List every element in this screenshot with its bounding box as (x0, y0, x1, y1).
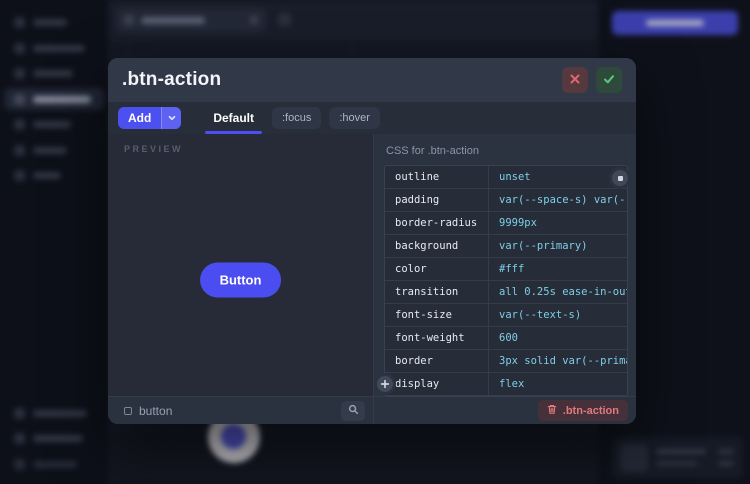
row-action-button[interactable] (609, 167, 631, 189)
css-property-row[interactable]: color #fff (385, 258, 627, 281)
chevron-down-icon[interactable] (161, 107, 181, 129)
css-property-row[interactable]: display flex (385, 373, 627, 396)
css-property-row[interactable]: transition all 0.25s ease-in-out (385, 281, 627, 304)
css-pane: CSS for .btn-action outline unset paddin… (374, 134, 636, 396)
modal-footer: button .btn-action (108, 396, 636, 424)
css-property-name[interactable]: outline (385, 166, 489, 188)
css-property-row[interactable]: background var(--primary) (385, 235, 627, 258)
css-property-name[interactable]: display (385, 373, 489, 395)
add-state-button[interactable]: Add (118, 107, 181, 129)
modal-title: .btn-action (122, 69, 221, 91)
css-property-value[interactable]: 600 (489, 327, 627, 349)
magnifier-icon (348, 403, 359, 418)
tab-default[interactable]: Default (203, 102, 264, 134)
css-property-row[interactable]: font-weight 600 (385, 327, 627, 350)
element-tag-icon (124, 407, 132, 415)
tab-hover[interactable]: :hover (329, 107, 380, 129)
css-property-row[interactable]: padding var(--space-s) var(--space-l) (385, 189, 627, 212)
css-property-row[interactable]: font-size var(--text-s) (385, 304, 627, 327)
delete-class-button[interactable]: .btn-action (538, 400, 628, 421)
modal-body: PREVIEW Button CSS for .btn-action outli… (108, 134, 636, 396)
footer-element-info: button (108, 397, 374, 424)
css-property-name[interactable]: border (385, 350, 489, 372)
modal-header: .btn-action (108, 58, 636, 102)
css-property-value[interactable]: unset (489, 166, 627, 188)
add-state-label: Add (118, 107, 161, 129)
css-property-value[interactable]: var(--text-s) (489, 304, 627, 326)
css-property-value[interactable]: all 0.25s ease-in-out (489, 281, 627, 303)
css-property-row[interactable]: border-radius 9999px (385, 212, 627, 235)
css-panel-heading: CSS for .btn-action (386, 145, 628, 157)
preview-sample-button[interactable]: Button (200, 263, 282, 298)
css-property-name[interactable]: font-size (385, 304, 489, 326)
close-icon (569, 73, 581, 88)
css-property-value[interactable]: var(--primary) (489, 235, 627, 257)
cancel-button[interactable] (562, 67, 588, 93)
css-property-name[interactable]: border-radius (385, 212, 489, 234)
css-properties-table: outline unset padding var(--space-s) var… (384, 165, 628, 397)
trash-icon (547, 404, 557, 418)
css-property-row[interactable]: outline unset (385, 166, 627, 189)
state-toolbar: Add Default :focus :hover (108, 102, 636, 134)
css-property-name[interactable]: color (385, 258, 489, 280)
footer-actions: .btn-action (374, 397, 636, 424)
css-property-value[interactable]: var(--space-s) var(--space-l) (489, 189, 627, 211)
dot-icon (618, 176, 623, 181)
css-property-row[interactable]: border 3px solid var(--primary) (385, 350, 627, 373)
css-property-value[interactable]: flex (489, 373, 627, 395)
css-property-value[interactable]: #fff (489, 258, 627, 280)
tab-focus[interactable]: :focus (272, 107, 321, 129)
css-property-name[interactable]: padding (385, 189, 489, 211)
preview-pane: PREVIEW Button (108, 134, 374, 396)
css-property-name[interactable]: transition (385, 281, 489, 303)
plus-icon (380, 377, 390, 392)
app-window: .btn-action Add (0, 0, 750, 484)
preview-zoom-button[interactable] (341, 401, 365, 421)
css-property-value[interactable]: 9999px (489, 212, 627, 234)
add-property-button[interactable] (374, 373, 396, 395)
css-property-name[interactable]: background (385, 235, 489, 257)
check-icon (603, 73, 615, 88)
class-editor-modal: .btn-action Add (108, 58, 636, 424)
state-tabs: Default :focus :hover (203, 102, 380, 134)
delete-class-label: .btn-action (563, 405, 619, 417)
confirm-button[interactable] (596, 67, 622, 93)
css-property-name[interactable]: font-weight (385, 327, 489, 349)
element-tag-label: button (139, 404, 172, 418)
preview-label: PREVIEW (124, 144, 183, 154)
css-property-value[interactable]: 3px solid var(--primary) (489, 350, 627, 372)
